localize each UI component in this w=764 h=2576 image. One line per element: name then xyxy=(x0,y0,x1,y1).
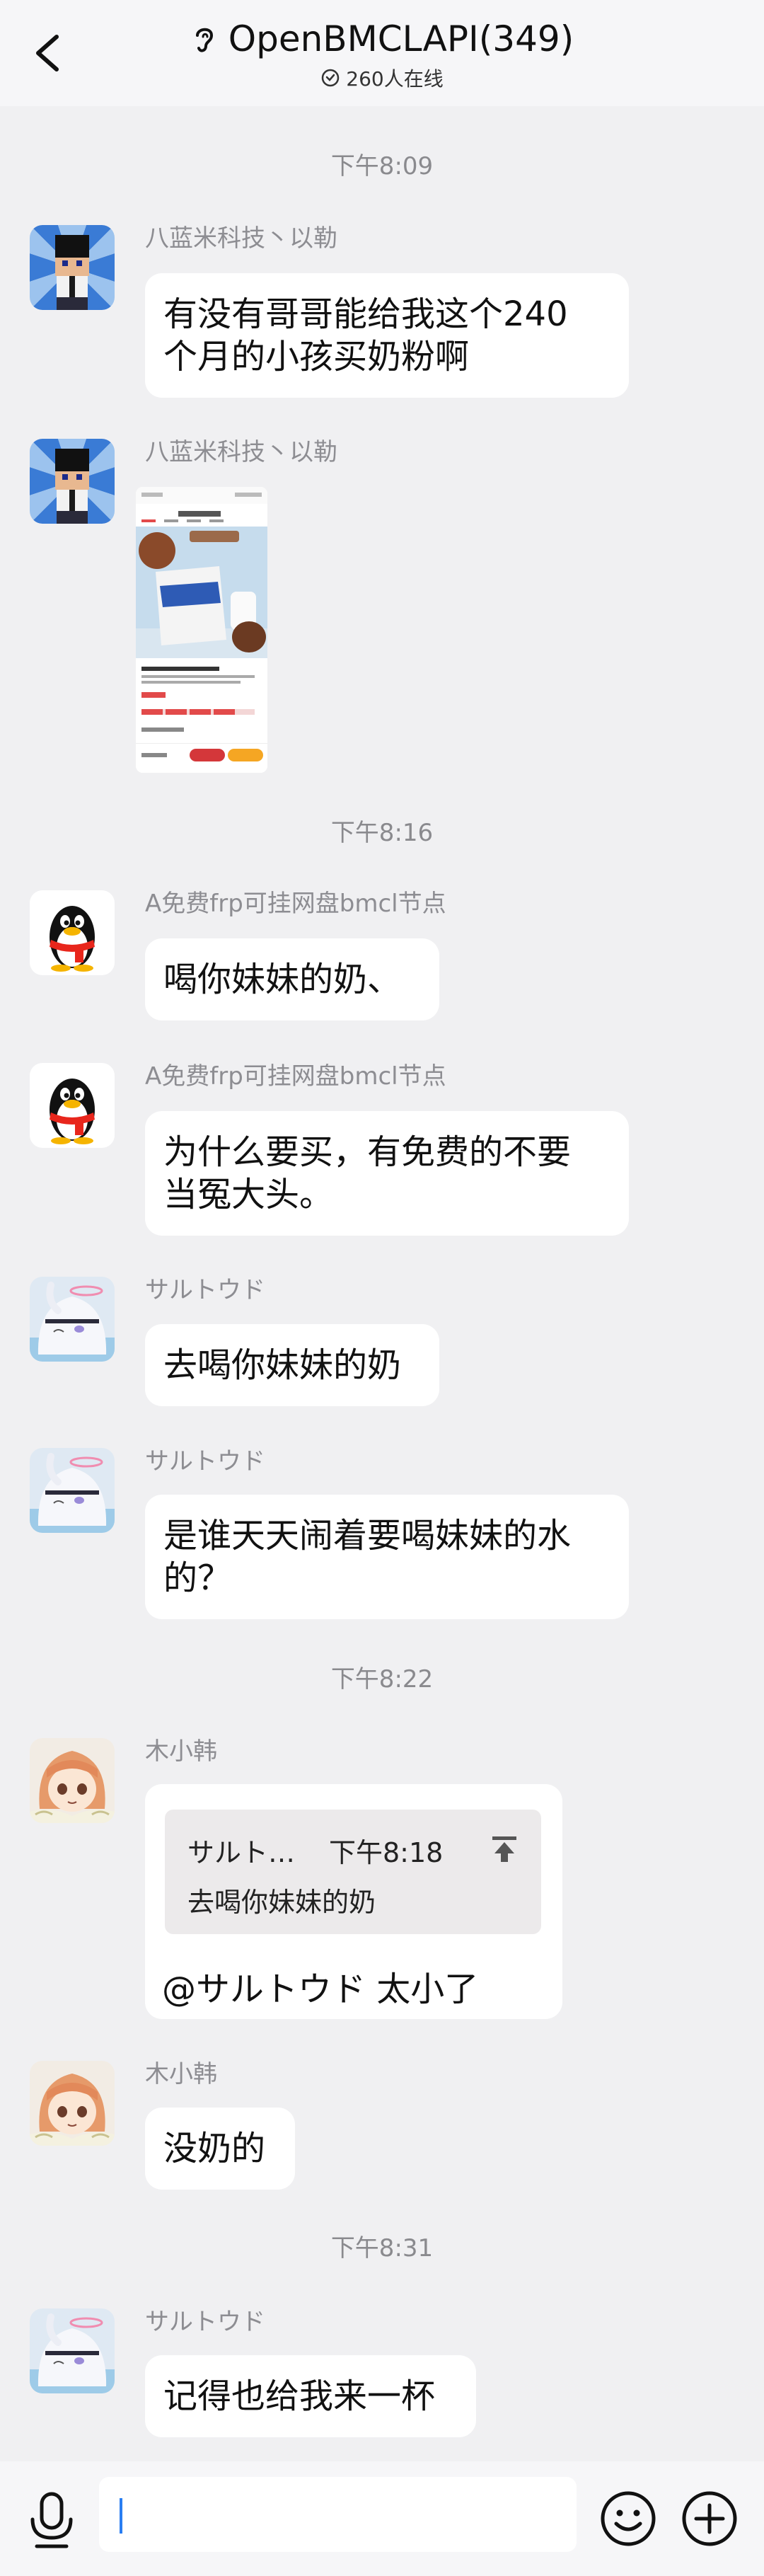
timestamp-divider: 下午8:09 xyxy=(330,152,434,180)
message-line: 的？ xyxy=(163,1558,232,1598)
quoted-text: 去喝你妹妹的奶 xyxy=(187,1887,376,1918)
message-bubble[interactable]: 有没有哥哥能给我这个240 个月的小孩买奶粉啊 xyxy=(145,273,629,398)
anime-orange-hair-avatar[interactable] xyxy=(30,1738,115,1823)
pixel-character-avatar[interactable] xyxy=(30,225,115,310)
text-caret xyxy=(120,2498,122,2534)
milk-powder-product-image[interactable] xyxy=(136,487,267,773)
message-bubble[interactable]: 没奶的 xyxy=(145,2108,295,2190)
message-line: 记得也给我来一杯 xyxy=(163,2376,436,2416)
message-line: @サルトウド 太小了 xyxy=(162,1970,479,2009)
message-line: 是谁天天闹着要喝妹妹的水 xyxy=(163,1516,572,1556)
message-line: 没奶的 xyxy=(163,2129,266,2168)
qq-penguin-avatar[interactable] xyxy=(30,1063,115,1148)
sender-name[interactable]: A免费frp可挂网盘bmcl节点 xyxy=(145,889,446,919)
timestamp-divider: 下午8:31 xyxy=(330,2234,434,2262)
group-title: OpenBMCLAPI(349) xyxy=(228,18,574,59)
online-count: 260人在线 xyxy=(346,67,444,91)
check-circle-icon xyxy=(322,69,340,87)
jump-to-original-icon[interactable] xyxy=(487,1831,522,1866)
quoted-time: 下午8:18 xyxy=(329,1837,444,1868)
qq-penguin-avatar[interactable] xyxy=(30,890,115,975)
chat-screen: OpenBMCLAPI(349) 260人在线 下午8:09 八蓝米科技丶以勒 … xyxy=(0,0,764,2576)
message-line: 当冤大头。 xyxy=(163,1175,334,1214)
message-bubble[interactable]: 记得也给我来一杯 xyxy=(145,2355,476,2437)
title-row[interactable]: OpenBMCLAPI(349) xyxy=(0,14,764,64)
sender-name[interactable]: 八蓝米科技丶以勒 xyxy=(145,224,337,253)
sender-name[interactable]: サルトウド xyxy=(145,2307,265,2337)
message-input[interactable] xyxy=(99,2477,577,2552)
pixel-character-avatar[interactable] xyxy=(30,439,115,524)
message-line: 去喝你妹妹的奶 xyxy=(163,1345,402,1385)
plus-icon[interactable] xyxy=(681,2490,739,2548)
message-bubble[interactable]: 去喝你妹妹的奶 xyxy=(145,1324,439,1406)
message-line: 有没有哥哥能给我这个240 xyxy=(163,294,568,334)
chat-header: OpenBMCLAPI(349) 260人在线 xyxy=(0,0,764,106)
message-bubble[interactable]: 为什么要买，有免费的不要 当冤大头。 xyxy=(145,1111,629,1236)
sender-name[interactable]: サルトウド xyxy=(145,1275,265,1305)
anime-orange-hair-avatar[interactable] xyxy=(30,2061,115,2146)
message-bubble[interactable]: 喝你妹妹的奶、 xyxy=(145,938,439,1020)
emoji-icon[interactable] xyxy=(599,2490,657,2548)
message-bubble[interactable]: 是谁天天闹着要喝妹妹的水 的？ xyxy=(145,1495,629,1619)
anime-halo-girl-avatar[interactable] xyxy=(30,1448,115,1533)
sender-name[interactable]: 八蓝米科技丶以勒 xyxy=(145,437,337,467)
quoted-message[interactable]: サルト… 下午8:18 去喝你妹妹的奶 xyxy=(165,1810,541,1934)
sender-name[interactable]: A免费frp可挂网盘bmcl节点 xyxy=(145,1062,446,1091)
timestamp-divider: 下午8:22 xyxy=(330,1665,434,1694)
message-line: 喝你妹妹的奶、 xyxy=(163,960,402,999)
quoted-author: サルト… xyxy=(187,1837,296,1868)
anime-halo-girl-avatar[interactable] xyxy=(30,1277,115,1362)
sender-name[interactable]: 木小韩 xyxy=(145,2059,217,2089)
message-line: 为什么要买，有免费的不要 xyxy=(163,1132,572,1172)
voice-icon[interactable] xyxy=(27,2490,76,2549)
input-bar xyxy=(0,2461,764,2576)
online-status: 260人在线 xyxy=(0,64,764,92)
reply-message-bubble[interactable]: サルト… 下午8:18 去喝你妹妹的奶 @サルトウド 太小了 xyxy=(145,1784,562,2019)
message-line: 个月的小孩买奶粉啊 xyxy=(163,337,470,376)
sender-name[interactable]: 木小韩 xyxy=(145,1737,217,1766)
anime-halo-girl-avatar[interactable] xyxy=(30,2308,115,2393)
ear-icon xyxy=(195,28,213,52)
sender-name[interactable]: サルトウド xyxy=(145,1447,265,1476)
timestamp-divider: 下午8:16 xyxy=(330,819,434,847)
